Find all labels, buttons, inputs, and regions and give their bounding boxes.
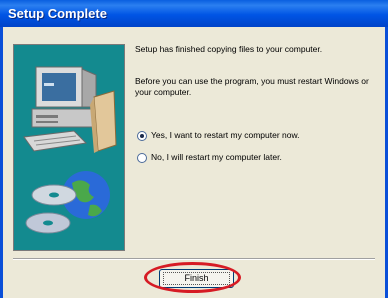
- focus-ring: [163, 272, 230, 285]
- side-illustration: [13, 44, 125, 251]
- restart-now-radio[interactable]: [137, 131, 147, 141]
- title-bar[interactable]: Setup Complete: [0, 0, 388, 27]
- restart-text: Before you can use the program, you must…: [135, 76, 369, 97]
- status-text: Setup has finished copying files to your…: [135, 44, 323, 54]
- separator: [13, 258, 375, 260]
- window-title: Setup Complete: [8, 6, 107, 21]
- restart-now-label[interactable]: Yes, I want to restart my computer now.: [151, 130, 300, 141]
- computer-globe-disc-icon: [14, 45, 124, 250]
- restart-now-option[interactable]: Yes, I want to restart my computer now.: [135, 130, 375, 142]
- finish-button[interactable]: Finish: [159, 269, 234, 288]
- restart-later-radio[interactable]: [137, 153, 147, 163]
- restart-later-option[interactable]: No, I will restart my computer later.: [135, 152, 375, 164]
- setup-complete-dialog: Setup Complete Setup has finished copyin…: [0, 0, 388, 298]
- restart-later-label[interactable]: No, I will restart my computer later.: [151, 152, 282, 163]
